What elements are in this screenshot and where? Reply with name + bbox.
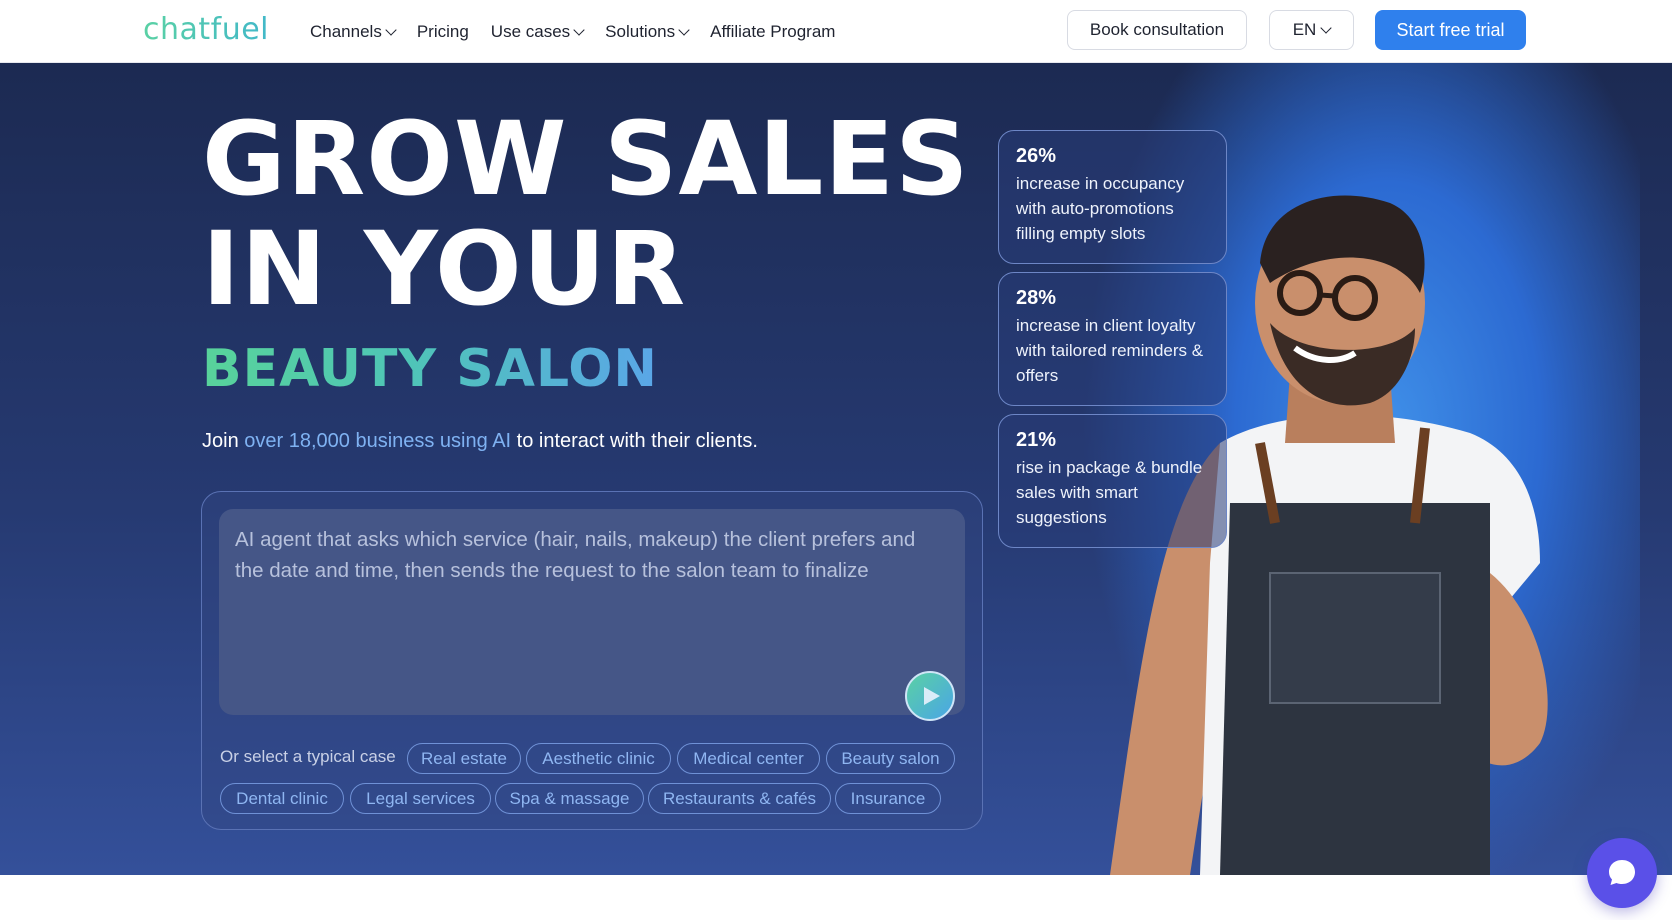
nav-solutions-label: Solutions — [605, 21, 676, 41]
book-consultation-button[interactable]: Book consultation — [1067, 10, 1247, 50]
cases-label: Or select a typical case — [220, 747, 396, 766]
stat-description: increase in occupancy with auto-promotio… — [1016, 174, 1185, 243]
lead-prefix: Join — [202, 430, 245, 452]
chevron-down-icon — [678, 23, 690, 36]
hero-title-line2: IN YOUR — [202, 210, 687, 329]
chat-icon — [1609, 860, 1635, 885]
prompt-card: AI agent that asks which service (hair, … — [201, 491, 983, 830]
nav-pricing[interactable]: Pricing — [417, 22, 469, 42]
nav-channels[interactable]: Channels — [310, 21, 397, 42]
start-free-trial-button[interactable]: Start free trial — [1375, 10, 1526, 50]
send-arrow-icon — [924, 687, 940, 705]
nav-affiliate-label: Affiliate Program — [710, 21, 836, 41]
nav-channels-label: Channels — [310, 21, 382, 41]
stat-value: 26% — [1016, 145, 1057, 167]
case-chip-spa-massage[interactable]: Spa & massage — [495, 783, 644, 814]
hero-section: GROW SALES IN YOUR BEAUTY SALON Join ove… — [0, 63, 1672, 875]
language-selector[interactable]: EN — [1269, 10, 1354, 50]
chevron-down-icon — [385, 23, 397, 36]
send-button[interactable] — [905, 671, 955, 721]
stat-card-loyalty: 28% increase in client loyalty with tail… — [998, 272, 1227, 406]
hero-title-line1: GROW SALES — [202, 100, 970, 219]
nav-pricing-label: Pricing — [416, 21, 469, 41]
stat-value: 21% — [1016, 429, 1057, 451]
hero-lead: Join over 18,000 business using AI to in… — [202, 430, 758, 453]
hero-subtitle: BEAUTY SALON — [202, 339, 658, 399]
nav-solutions[interactable]: Solutions — [605, 21, 690, 42]
case-chip-restaurants-cafes[interactable]: Restaurants & cafés — [648, 783, 831, 814]
chevron-down-icon — [573, 23, 585, 36]
stat-description: rise in package & bundle sales with smar… — [1016, 458, 1203, 527]
case-chip-legal-services[interactable]: Legal services — [350, 783, 491, 814]
hero-title: GROW SALES IN YOUR — [202, 105, 970, 325]
nav-links: Channels Pricing Use cases Solutions Aff… — [310, 0, 835, 63]
top-navigation: chatfuel Channels Pricing Use cases Solu… — [0, 0, 1672, 63]
nav-affiliate[interactable]: Affiliate Program — [710, 22, 835, 42]
stat-value: 28% — [1016, 287, 1057, 309]
stat-card-occupancy: 26% increase in occupancy with auto-prom… — [998, 130, 1227, 264]
stat-card-bundle-sales: 21% rise in package & bundle sales with … — [998, 414, 1227, 548]
case-chip-insurance[interactable]: Insurance — [835, 783, 941, 814]
agent-prompt-input[interactable]: AI agent that asks which service (hair, … — [219, 509, 965, 715]
chatfuel-logo[interactable]: chatfuel — [143, 12, 269, 47]
lead-highlight: over 18,000 business using AI — [244, 430, 512, 452]
chevron-down-icon — [1320, 22, 1332, 34]
case-chip-dental-clinic[interactable]: Dental clinic — [220, 783, 344, 814]
nav-use-cases-label: Use cases — [490, 21, 571, 41]
nav-use-cases[interactable]: Use cases — [490, 21, 585, 42]
chat-widget-button[interactable] — [1587, 838, 1657, 908]
case-chip-real-estate[interactable]: Real estate — [407, 743, 521, 774]
case-chip-beauty-salon[interactable]: Beauty salon — [826, 743, 955, 774]
stat-description: increase in client loyalty with tailored… — [1016, 316, 1204, 385]
language-label: EN — [1292, 20, 1317, 39]
case-chip-aesthetic-clinic[interactable]: Aesthetic clinic — [526, 743, 671, 774]
case-chip-medical-center[interactable]: Medical center — [677, 743, 820, 774]
lead-suffix: to interact with their clients. — [511, 430, 758, 452]
